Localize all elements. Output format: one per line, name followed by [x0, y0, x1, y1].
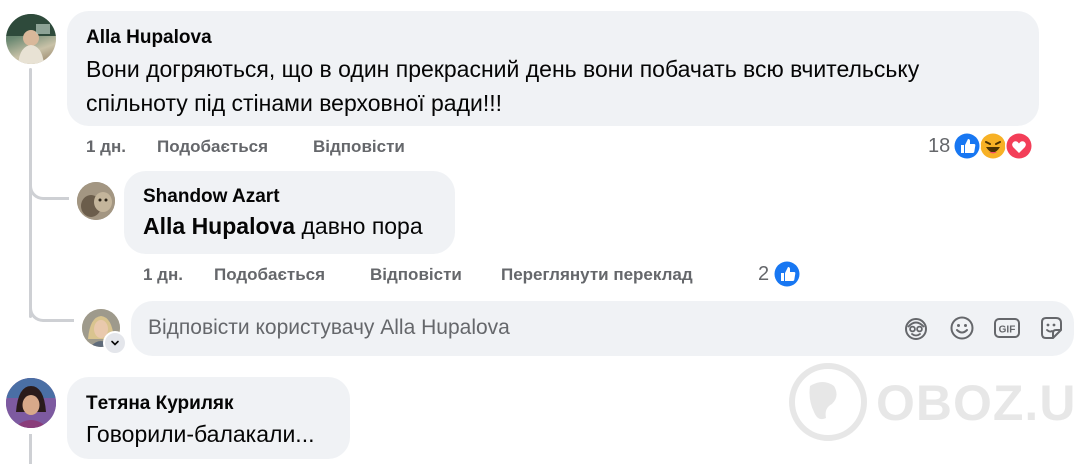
mention-link[interactable]: Alla Hupalova: [143, 213, 295, 239]
reply-time[interactable]: 1 дн.: [143, 265, 183, 285]
like-button[interactable]: Подобається: [157, 137, 268, 157]
watermark-text: OBOZ.UA: [876, 375, 1074, 431]
gif-icon: GIF: [994, 318, 1020, 338]
reply-input-placeholder: Відповісти користувачу Alla Hupalova: [148, 316, 510, 339]
reply-button[interactable]: Відповісти: [313, 137, 405, 157]
comment-author[interactable]: Tетяна Куриляк: [86, 393, 234, 415]
avatar[interactable]: [77, 182, 115, 220]
like-icon: [773, 260, 801, 288]
comment-time[interactable]: 1 дн.: [86, 137, 126, 157]
sticker-icon: [1041, 317, 1062, 339]
comment-text-line-1: Вони догряються, що в один прекрасний де…: [86, 56, 920, 82]
reply-reactions-summary[interactable]: 2: [758, 259, 808, 291]
gif-button[interactable]: GIF: [993, 314, 1021, 342]
avatar[interactable]: [6, 14, 56, 64]
reply-input[interactable]: Відповісти користувачу Alla Hupalova GIF: [131, 301, 1074, 356]
reactions-count: 18: [928, 135, 951, 157]
avatar-sticker-icon: [905, 318, 927, 340]
reply-button[interactable]: Відповісти: [370, 265, 462, 285]
sticker-button[interactable]: [1037, 314, 1065, 342]
avatar-sticker-button[interactable]: [902, 314, 930, 342]
thread-line-bottom: [29, 434, 32, 464]
thread-connector: [29, 170, 69, 200]
comment-bubble: Alla Hupalova Вони догряються, що в один…: [67, 11, 1039, 126]
watermark: OBOZ.UA: [788, 356, 1074, 450]
like-icon: [953, 132, 981, 160]
reply-author[interactable]: Shandow Azart: [143, 186, 280, 208]
reply-text-body: давно пора: [295, 213, 423, 239]
globe-logo-icon: [789, 363, 867, 441]
see-translation-button[interactable]: Переглянути переклад: [501, 265, 693, 285]
comment-text-line-2: спільноту під стінами верховної ради!!!: [86, 90, 503, 116]
like-button[interactable]: Подобається: [214, 265, 325, 285]
reactions-count: 2: [758, 263, 770, 285]
love-icon: [1005, 132, 1033, 160]
thread-connector-reply-box: [29, 298, 74, 322]
chevron-down-icon: [111, 340, 119, 346]
comment-bubble: Tетяна Куриляк Говорили-балакали...: [67, 377, 350, 459]
reply-bubble: Shandow Azart Alla Hupalova давно пора: [124, 171, 455, 254]
account-switcher-chevron[interactable]: [103, 331, 127, 355]
emoji-icon: [950, 316, 974, 340]
emoji-button[interactable]: [948, 314, 976, 342]
reactions-summary[interactable]: 18: [926, 130, 1036, 162]
comment-author[interactable]: Alla Hupalova: [86, 27, 212, 49]
avatar[interactable]: [6, 378, 56, 428]
svg-text:GIF: GIF: [999, 325, 1016, 336]
reply-text: Alla Hupalova давно пора: [143, 209, 423, 243]
comment-text: Говорили-балакали...: [86, 421, 315, 447]
